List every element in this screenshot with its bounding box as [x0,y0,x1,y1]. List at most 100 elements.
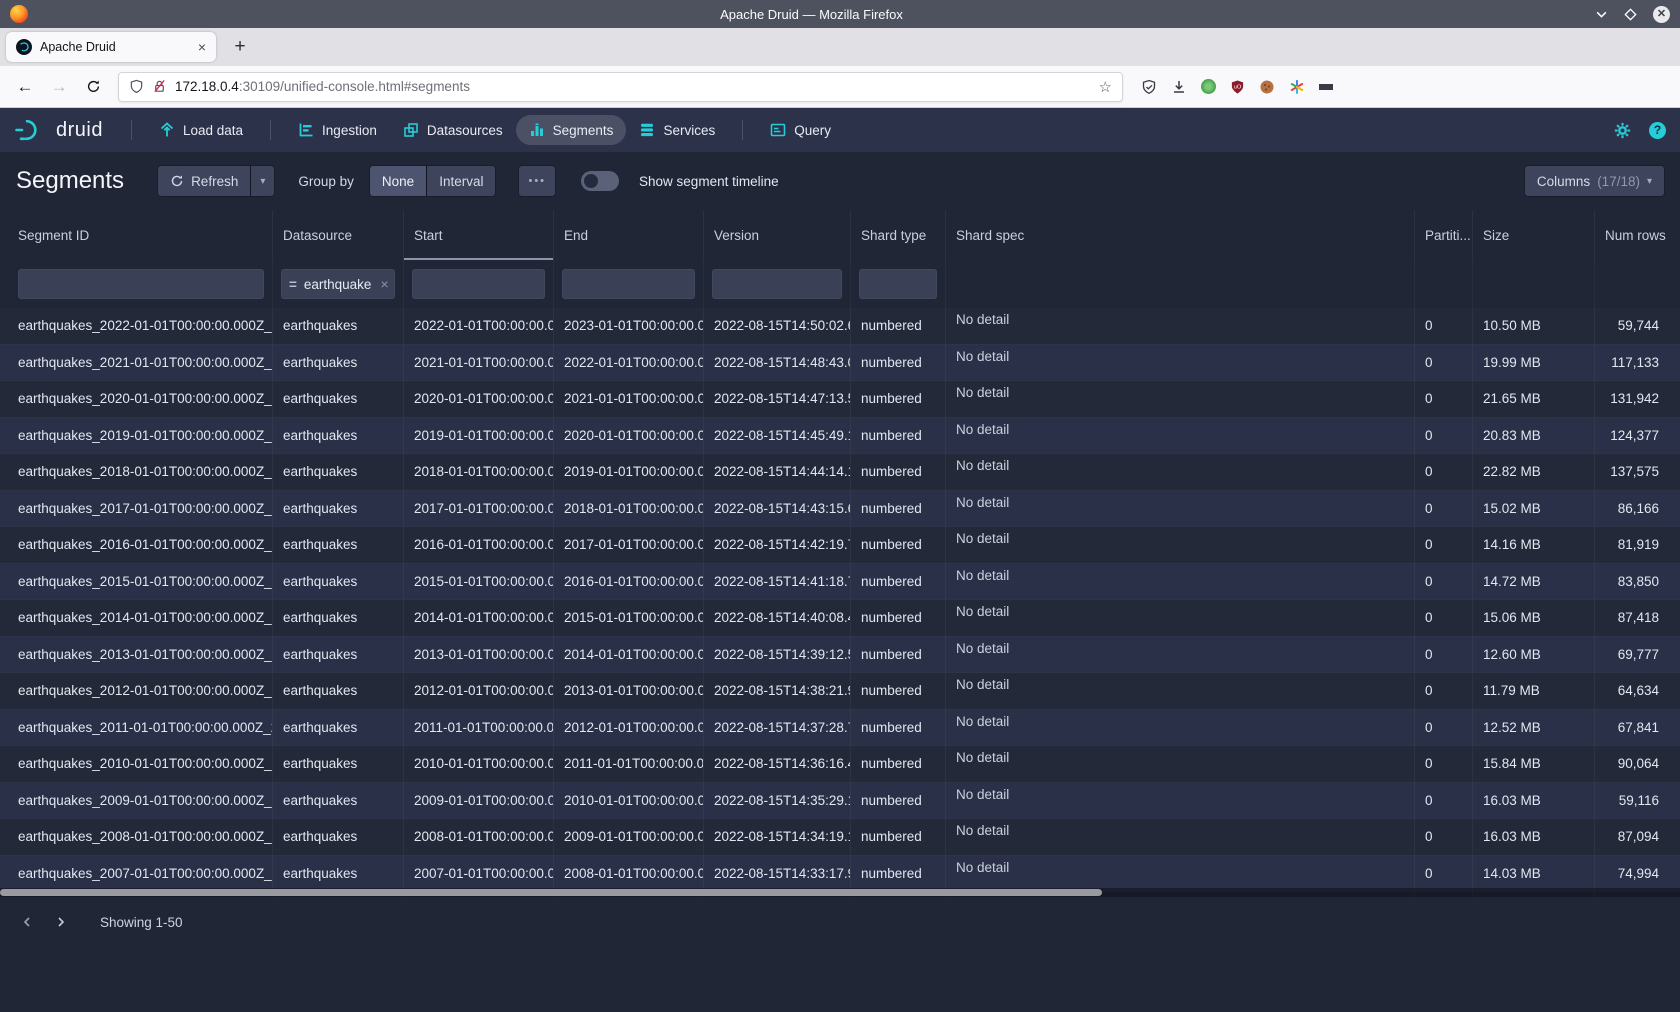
cell-num_rows[interactable]: 83,850 [1595,564,1680,600]
cell-datasource[interactable]: earthquakes [273,746,404,782]
extension-green-icon[interactable] [1201,79,1216,94]
reload-button[interactable] [78,72,108,102]
column-header-start[interactable]: Start [404,210,554,260]
cell-num_rows[interactable]: 69,777 [1595,637,1680,673]
cell-size[interactable]: 16.03 MB [1473,783,1595,819]
cell-partition[interactable]: 0 [1415,856,1473,892]
cell-start[interactable]: 2013-01-01T00:00:00.0... [404,637,554,673]
prev-page-button[interactable] [14,909,40,935]
cell-segment_id[interactable]: earthquakes_2015-01-01T00:00:00.000Z_2..… [0,564,273,600]
cell-partition[interactable]: 0 [1415,418,1473,454]
minimize-icon[interactable] [1595,8,1608,21]
cell-datasource[interactable]: earthquakes [273,491,404,527]
cell-partition[interactable]: 0 [1415,345,1473,381]
cell-size[interactable]: 16.03 MB [1473,819,1595,855]
cell-end[interactable]: 2019-01-01T00:00:00.0... [554,454,704,490]
cell-start[interactable]: 2015-01-01T00:00:00.0... [404,564,554,600]
cell-partition[interactable]: 0 [1415,564,1473,600]
cell-shard_spec[interactable]: No detail [946,783,1415,819]
cell-num_rows[interactable]: 124,377 [1595,418,1680,454]
next-page-button[interactable] [48,909,74,935]
cell-shard_type[interactable]: numbered [851,600,946,636]
cell-partition[interactable]: 0 [1415,454,1473,490]
cell-partition[interactable]: 0 [1415,381,1473,417]
cell-segment_id[interactable]: earthquakes_2020-01-01T00:00:00.000Z_2..… [0,381,273,417]
cell-datasource[interactable]: earthquakes [273,381,404,417]
cell-shard_spec[interactable]: No detail [946,381,1415,417]
cell-version[interactable]: 2022-08-15T14:34:19.1... [704,819,851,855]
cell-num_rows[interactable]: 131,942 [1595,381,1680,417]
cell-start[interactable]: 2008-01-01T00:00:00.0... [404,819,554,855]
cell-shard_type[interactable]: numbered [851,345,946,381]
cell-version[interactable]: 2022-08-15T14:38:21.9... [704,673,851,709]
cell-start[interactable]: 2017-01-01T00:00:00.0... [404,491,554,527]
cell-start[interactable]: 2011-01-01T00:00:00.0... [404,710,554,746]
cell-version[interactable]: 2022-08-15T14:41:18.7... [704,564,851,600]
multicolor-asterisk-icon[interactable] [1289,79,1305,95]
cell-num_rows[interactable]: 87,418 [1595,600,1680,636]
cell-partition[interactable]: 0 [1415,673,1473,709]
cell-datasource[interactable]: earthquakes [273,564,404,600]
cell-end[interactable]: 2022-01-01T00:00:00.0... [554,345,704,381]
cell-version[interactable]: 2022-08-15T14:44:14.1... [704,454,851,490]
filter-tag-remove-icon[interactable]: × [380,276,388,292]
cell-size[interactable]: 12.60 MB [1473,637,1595,673]
cell-end[interactable]: 2017-01-01T00:00:00.0... [554,527,704,563]
cell-size[interactable]: 14.16 MB [1473,527,1595,563]
cell-segment_id[interactable]: earthquakes_2013-01-01T00:00:00.000Z_2..… [0,637,273,673]
cell-shard_spec[interactable]: No detail [946,564,1415,600]
nav-item-load-data[interactable]: Load data [146,115,256,145]
maximize-icon[interactable] [1624,8,1637,21]
cell-version[interactable]: 2022-08-15T14:50:02.6... [704,308,851,344]
cell-partition[interactable]: 0 [1415,637,1473,673]
column-header-end[interactable]: End [554,210,704,260]
group-by-option-none[interactable]: None [370,166,426,196]
cell-shard_type[interactable]: numbered [851,527,946,563]
close-window-icon[interactable]: ✕ [1653,6,1670,23]
cell-size[interactable]: 20.83 MB [1473,418,1595,454]
cell-shard_type[interactable]: numbered [851,564,946,600]
more-options-button[interactable]: ••• [519,166,555,196]
cell-datasource[interactable]: earthquakes [273,673,404,709]
cell-datasource[interactable]: earthquakes [273,345,404,381]
cell-partition[interactable]: 0 [1415,783,1473,819]
columns-button[interactable]: Columns (17/18) ▾ [1525,166,1664,196]
cell-end[interactable]: 2018-01-01T00:00:00.0... [554,491,704,527]
cell-segment_id[interactable]: earthquakes_2011-01-01T00:00:00.000Z_2..… [0,710,273,746]
cell-version[interactable]: 2022-08-15T14:39:12.5... [704,637,851,673]
cell-size[interactable]: 10.50 MB [1473,308,1595,344]
column-header-datasource[interactable]: Datasource [273,210,404,260]
url-bar[interactable]: 172.18.0.4:30109/unified-console.html#se… [118,72,1123,102]
tab-close-icon[interactable]: × [198,40,206,54]
nav-item-query[interactable]: Query [757,115,844,145]
cell-num_rows[interactable]: 74,994 [1595,856,1680,892]
cell-shard_type[interactable]: numbered [851,418,946,454]
url-text[interactable]: 172.18.0.4:30109/unified-console.html#se… [175,79,1091,94]
cell-end[interactable]: 2008-01-01T00:00:00.0... [554,856,704,892]
cell-segment_id[interactable]: earthquakes_2019-01-01T00:00:00.000Z_2..… [0,418,273,454]
cell-segment_id[interactable]: earthquakes_2009-01-01T00:00:00.000Z_2..… [0,783,273,819]
cell-num_rows[interactable]: 81,919 [1595,527,1680,563]
cell-shard_spec[interactable]: No detail [946,491,1415,527]
cell-end[interactable]: 2015-01-01T00:00:00.0... [554,600,704,636]
menu-icon[interactable] [1319,84,1333,90]
cell-partition[interactable]: 0 [1415,491,1473,527]
cell-segment_id[interactable]: earthquakes_2017-01-01T00:00:00.000Z_2..… [0,491,273,527]
cell-partition[interactable]: 0 [1415,308,1473,344]
cell-end[interactable]: 2021-01-01T00:00:00.0... [554,381,704,417]
cell-version[interactable]: 2022-08-15T14:37:28.7... [704,710,851,746]
cell-version[interactable]: 2022-08-15T14:40:08.4... [704,600,851,636]
cell-datasource[interactable]: earthquakes [273,527,404,563]
cell-end[interactable]: 2014-01-01T00:00:00.0... [554,637,704,673]
cell-version[interactable]: 2022-08-15T14:47:13.5... [704,381,851,417]
cell-segment_id[interactable]: earthquakes_2010-01-01T00:00:00.000Z_2..… [0,746,273,782]
cell-partition[interactable]: 0 [1415,746,1473,782]
cell-shard_spec[interactable]: No detail [946,710,1415,746]
cell-segment_id[interactable]: earthquakes_2016-01-01T00:00:00.000Z_2..… [0,527,273,563]
cell-shard_type[interactable]: numbered [851,746,946,782]
cell-num_rows[interactable]: 64,634 [1595,673,1680,709]
help-icon[interactable]: ? [1649,122,1666,139]
downloads-icon[interactable] [1171,79,1187,95]
cell-end[interactable]: 2010-01-01T00:00:00.0... [554,783,704,819]
browser-tab[interactable]: Apache Druid × [6,32,216,62]
